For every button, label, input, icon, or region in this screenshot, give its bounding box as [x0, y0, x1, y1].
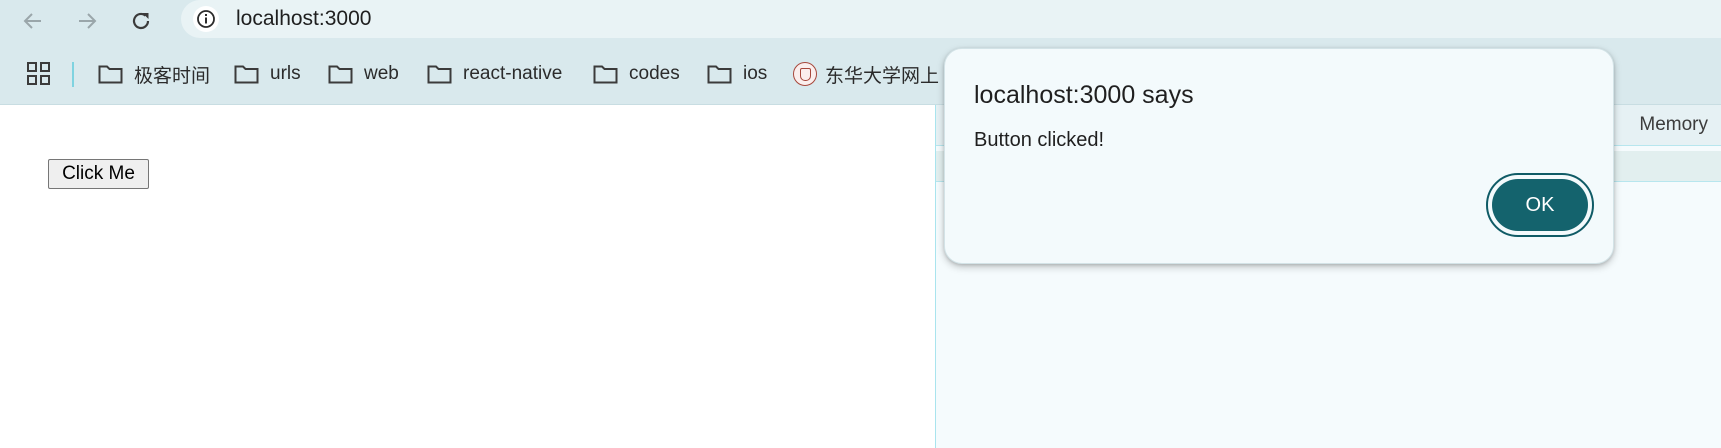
bookmark-label: codes [629, 63, 680, 84]
reload-icon [132, 12, 150, 30]
ok-button[interactable]: OK [1492, 179, 1588, 231]
dialog-message: Button clicked! [974, 129, 1105, 151]
browser-toolbar: localhost:3000 [0, 0, 1721, 44]
bookmark-urls[interactable]: urls [234, 60, 301, 88]
bookmark-donghua-university[interactable]: 东华大学网上 [793, 60, 939, 88]
folder-icon [328, 65, 353, 84]
site-info-icon[interactable] [193, 6, 219, 32]
bookmark-label: urls [270, 63, 301, 84]
folder-icon [427, 65, 452, 84]
back-arrow-icon [23, 13, 41, 29]
bookmark-geek-time[interactable]: 极客时间 [98, 60, 210, 88]
url-text[interactable]: localhost:3000 [236, 6, 371, 32]
bookmark-label: web [364, 63, 399, 84]
bookmarks-divider [72, 62, 74, 87]
university-seal-icon [793, 62, 817, 86]
bookmark-label: 东华大学网上 [825, 65, 940, 87]
bookmark-label: react-native [463, 63, 563, 84]
bookmark-label: 极客时间 [134, 65, 211, 87]
forward-button[interactable] [68, 2, 106, 40]
reload-button[interactable] [122, 2, 160, 40]
bookmark-ios[interactable]: ios [707, 60, 767, 88]
address-bar[interactable] [181, 0, 1721, 38]
page-content: Click Me [0, 105, 935, 448]
folder-icon [98, 65, 123, 84]
apps-grid-icon[interactable] [27, 62, 51, 91]
alert-dialog: localhost:3000 says Button clicked! OK [944, 48, 1614, 264]
bookmark-codes[interactable]: codes [593, 60, 680, 88]
folder-icon [593, 65, 618, 84]
ok-button-focus-ring: OK [1486, 173, 1594, 237]
click-me-button[interactable]: Click Me [48, 159, 149, 189]
bookmark-react-native[interactable]: react-native [427, 60, 562, 88]
back-button[interactable] [14, 2, 52, 40]
bookmark-web[interactable]: web [328, 60, 399, 88]
forward-arrow-icon [79, 13, 97, 29]
tab-memory[interactable]: Memory [1639, 114, 1708, 136]
folder-icon [234, 65, 259, 84]
dialog-title: localhost:3000 says [974, 81, 1194, 109]
bookmark-label: ios [743, 63, 768, 84]
folder-icon [707, 65, 732, 84]
